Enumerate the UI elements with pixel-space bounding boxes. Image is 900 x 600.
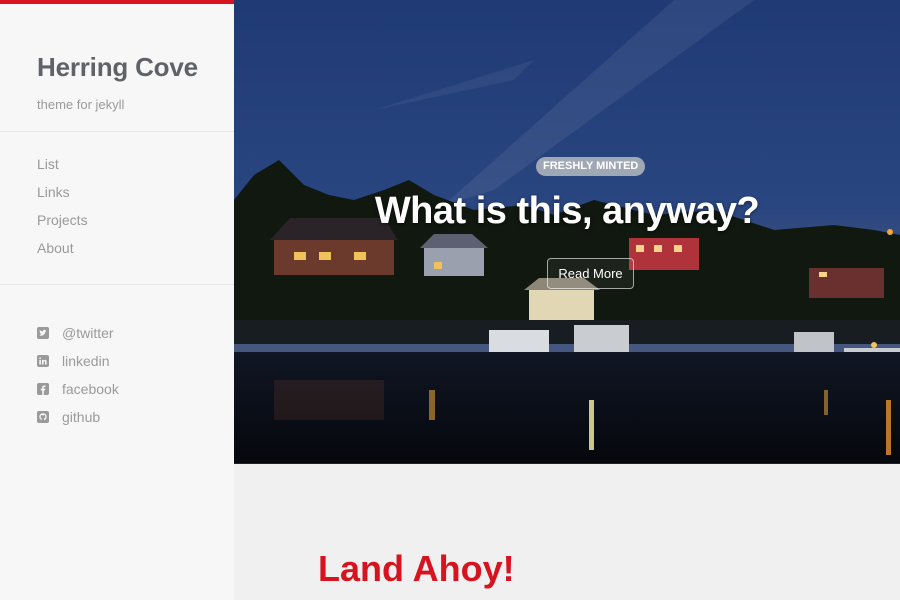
- social-link-github[interactable]: github: [37, 403, 234, 431]
- social-links: @twitter linkedin facebook github: [0, 285, 234, 431]
- featured-post-title[interactable]: What is this, anyway?: [234, 190, 900, 233]
- post-title[interactable]: Land Ahoy!: [318, 548, 515, 590]
- main-nav: List Links Projects About: [0, 132, 234, 285]
- social-label-linkedin: linkedin: [62, 353, 110, 369]
- nav-item-projects[interactable]: Projects: [37, 210, 234, 238]
- social-label-facebook: facebook: [62, 381, 119, 397]
- social-label-github: github: [62, 409, 101, 425]
- site-title[interactable]: Herring Cove: [37, 52, 234, 83]
- social-link-facebook[interactable]: facebook: [37, 375, 234, 403]
- facebook-icon: [37, 383, 49, 395]
- read-more-button[interactable]: Read More: [547, 258, 634, 289]
- category-badge: FRESHLY MINTED: [536, 157, 646, 176]
- brand-block: Herring Cove theme for jekyll: [0, 4, 234, 132]
- hero-content: FRESHLY MINTED What is this, anyway? Rea…: [234, 0, 900, 463]
- social-label-twitter: @twitter: [62, 325, 114, 341]
- social-link-linkedin[interactable]: linkedin: [37, 347, 234, 375]
- site-tagline: theme for jekyll: [37, 97, 125, 112]
- nav-item-list[interactable]: List: [37, 154, 234, 182]
- nav-item-about[interactable]: About: [37, 238, 234, 266]
- social-link-twitter[interactable]: @twitter: [37, 319, 234, 347]
- github-icon: [37, 411, 49, 423]
- sidebar: Herring Cove theme for jekyll List Links…: [0, 0, 234, 600]
- twitter-icon: [37, 327, 49, 339]
- nav-item-links[interactable]: Links: [37, 182, 234, 210]
- hero-banner: FRESHLY MINTED What is this, anyway? Rea…: [234, 0, 900, 464]
- linkedin-icon: [37, 355, 49, 367]
